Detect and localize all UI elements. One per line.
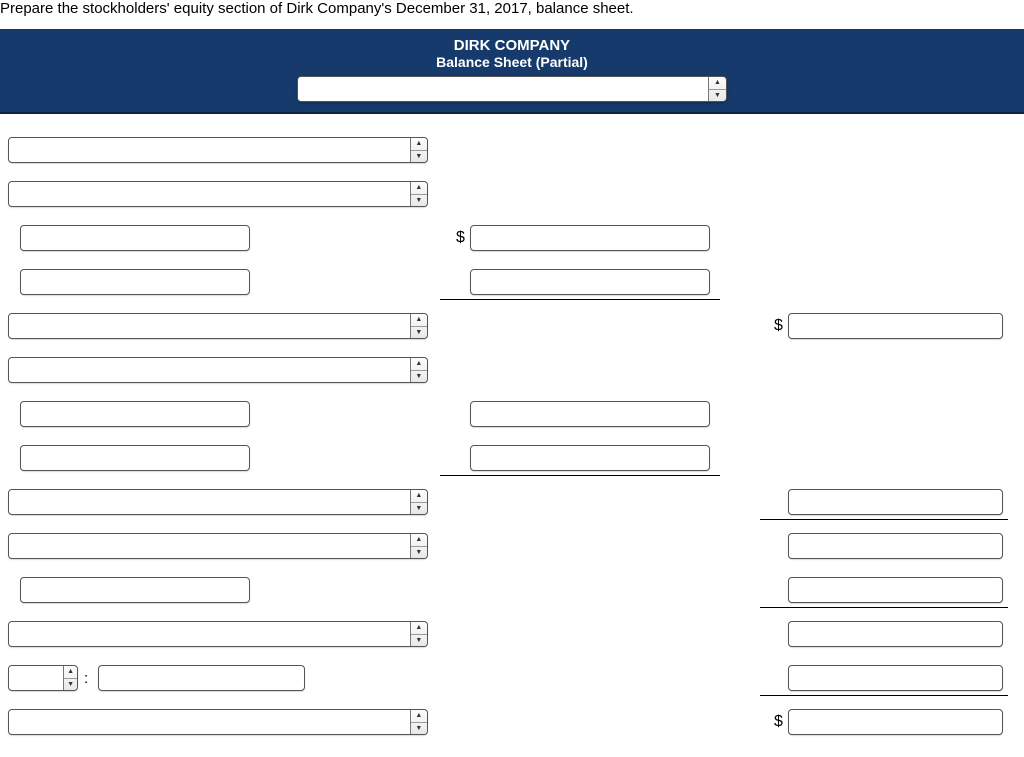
- chevron-down-icon[interactable]: ▼: [64, 679, 77, 691]
- row3-mid-input[interactable]: [470, 225, 710, 251]
- row11-label-input[interactable]: [20, 577, 250, 603]
- worksheet: ▲▼ ▲▼ $: [0, 114, 1024, 744]
- row13-right-input[interactable]: [788, 665, 1003, 691]
- row9-select-input[interactable]: [9, 490, 410, 514]
- row-13: ▲▼ :: [0, 656, 1024, 700]
- row4-mid-input[interactable]: [470, 269, 710, 295]
- row-4: [0, 260, 1024, 304]
- row-2: ▲▼: [0, 172, 1024, 216]
- chevron-up-icon[interactable]: ▲: [411, 314, 427, 327]
- row-8: [0, 436, 1024, 480]
- row2-select-input[interactable]: [9, 182, 410, 206]
- row-11: [0, 568, 1024, 612]
- row-7: [0, 392, 1024, 436]
- chevron-down-icon[interactable]: ▼: [411, 503, 427, 515]
- row-3: $: [0, 216, 1024, 260]
- row7-label-input[interactable]: [20, 401, 250, 427]
- chevron-up-icon[interactable]: ▲: [411, 710, 427, 723]
- row6-select[interactable]: ▲▼: [8, 357, 428, 383]
- row13-label-input[interactable]: [98, 665, 305, 691]
- chevron-up-icon[interactable]: ▲: [411, 534, 427, 547]
- stepper-icon[interactable]: ▲ ▼: [708, 77, 726, 101]
- sum-underline: [760, 489, 1008, 520]
- sum-underline: [440, 269, 720, 300]
- stepper-icon[interactable]: ▲▼: [63, 666, 77, 690]
- chevron-down-icon[interactable]: ▼: [709, 90, 726, 102]
- row12-right-input[interactable]: [788, 621, 1003, 647]
- row-5: ▲▼ $: [0, 304, 1024, 348]
- row8-mid-input[interactable]: [470, 445, 710, 471]
- row5-select[interactable]: ▲▼: [8, 313, 428, 339]
- row4-label-input[interactable]: [20, 269, 250, 295]
- prompt-text: Prepare the stockholders' equity section…: [0, 0, 1024, 29]
- row13-select-small[interactable]: ▲▼: [8, 665, 78, 691]
- row5-right-input[interactable]: [788, 313, 1003, 339]
- chevron-down-icon[interactable]: ▼: [411, 327, 427, 339]
- balance-sheet-subtitle: Balance Sheet (Partial): [0, 54, 1024, 70]
- row7-mid-input[interactable]: [470, 401, 710, 427]
- stepper-icon[interactable]: ▲▼: [410, 138, 427, 162]
- row9-select[interactable]: ▲▼: [8, 489, 428, 515]
- row3-label-input[interactable]: [20, 225, 250, 251]
- chevron-up-icon[interactable]: ▲: [709, 77, 726, 90]
- row10-select-input[interactable]: [9, 534, 410, 558]
- row5-select-input[interactable]: [9, 314, 410, 338]
- row2-select[interactable]: ▲▼: [8, 181, 428, 207]
- chevron-up-icon[interactable]: ▲: [411, 358, 427, 371]
- row9-right-input[interactable]: [788, 489, 1003, 515]
- row8-label-input[interactable]: [20, 445, 250, 471]
- sum-underline: [440, 445, 720, 476]
- company-name: DIRK COMPANY: [0, 37, 1024, 54]
- stepper-icon[interactable]: ▲▼: [410, 622, 427, 646]
- chevron-up-icon[interactable]: ▲: [411, 138, 427, 151]
- row1-select-input[interactable]: [9, 138, 410, 162]
- stepper-icon[interactable]: ▲▼: [410, 182, 427, 206]
- chevron-down-icon[interactable]: ▼: [411, 635, 427, 647]
- row-6: ▲▼: [0, 348, 1024, 392]
- chevron-down-icon[interactable]: ▼: [411, 195, 427, 207]
- row-12: ▲▼: [0, 612, 1024, 656]
- row-9: ▲▼: [0, 480, 1024, 524]
- row-10: ▲▼: [0, 524, 1024, 568]
- row6-select-input[interactable]: [9, 358, 410, 382]
- row12-select-input[interactable]: [9, 622, 410, 646]
- chevron-down-icon[interactable]: ▼: [411, 723, 427, 735]
- row-1: ▲▼: [0, 128, 1024, 172]
- row11-right-input[interactable]: [788, 577, 1003, 603]
- chevron-up-icon[interactable]: ▲: [411, 182, 427, 195]
- dollar-sign: $: [456, 229, 465, 247]
- row-14: ▲▼ $: [0, 700, 1024, 744]
- chevron-down-icon[interactable]: ▼: [411, 547, 427, 559]
- sum-underline: [760, 665, 1008, 696]
- row13-select-small-input[interactable]: [9, 666, 63, 690]
- row12-select[interactable]: ▲▼: [8, 621, 428, 647]
- stepper-icon[interactable]: ▲▼: [410, 534, 427, 558]
- date-select[interactable]: ▲ ▼: [297, 76, 727, 102]
- colon: :: [84, 670, 88, 687]
- chevron-up-icon[interactable]: ▲: [64, 666, 77, 679]
- row10-select[interactable]: ▲▼: [8, 533, 428, 559]
- row14-select[interactable]: ▲▼: [8, 709, 428, 735]
- stepper-icon[interactable]: ▲▼: [410, 710, 427, 734]
- chevron-down-icon[interactable]: ▼: [411, 371, 427, 383]
- chevron-up-icon[interactable]: ▲: [411, 622, 427, 635]
- chevron-up-icon[interactable]: ▲: [411, 490, 427, 503]
- header-band: DIRK COMPANY Balance Sheet (Partial) ▲ ▼: [0, 29, 1024, 114]
- dollar-sign: $: [774, 713, 783, 731]
- stepper-icon[interactable]: ▲▼: [410, 490, 427, 514]
- row1-select[interactable]: ▲▼: [8, 137, 428, 163]
- chevron-down-icon[interactable]: ▼: [411, 151, 427, 163]
- date-select-input[interactable]: [298, 77, 708, 101]
- row10-right-input[interactable]: [788, 533, 1003, 559]
- dollar-sign: $: [774, 317, 783, 335]
- sum-underline: [760, 577, 1008, 608]
- stepper-icon[interactable]: ▲▼: [410, 314, 427, 338]
- stepper-icon[interactable]: ▲▼: [410, 358, 427, 382]
- row14-select-input[interactable]: [9, 710, 410, 734]
- row14-right-input[interactable]: [788, 709, 1003, 735]
